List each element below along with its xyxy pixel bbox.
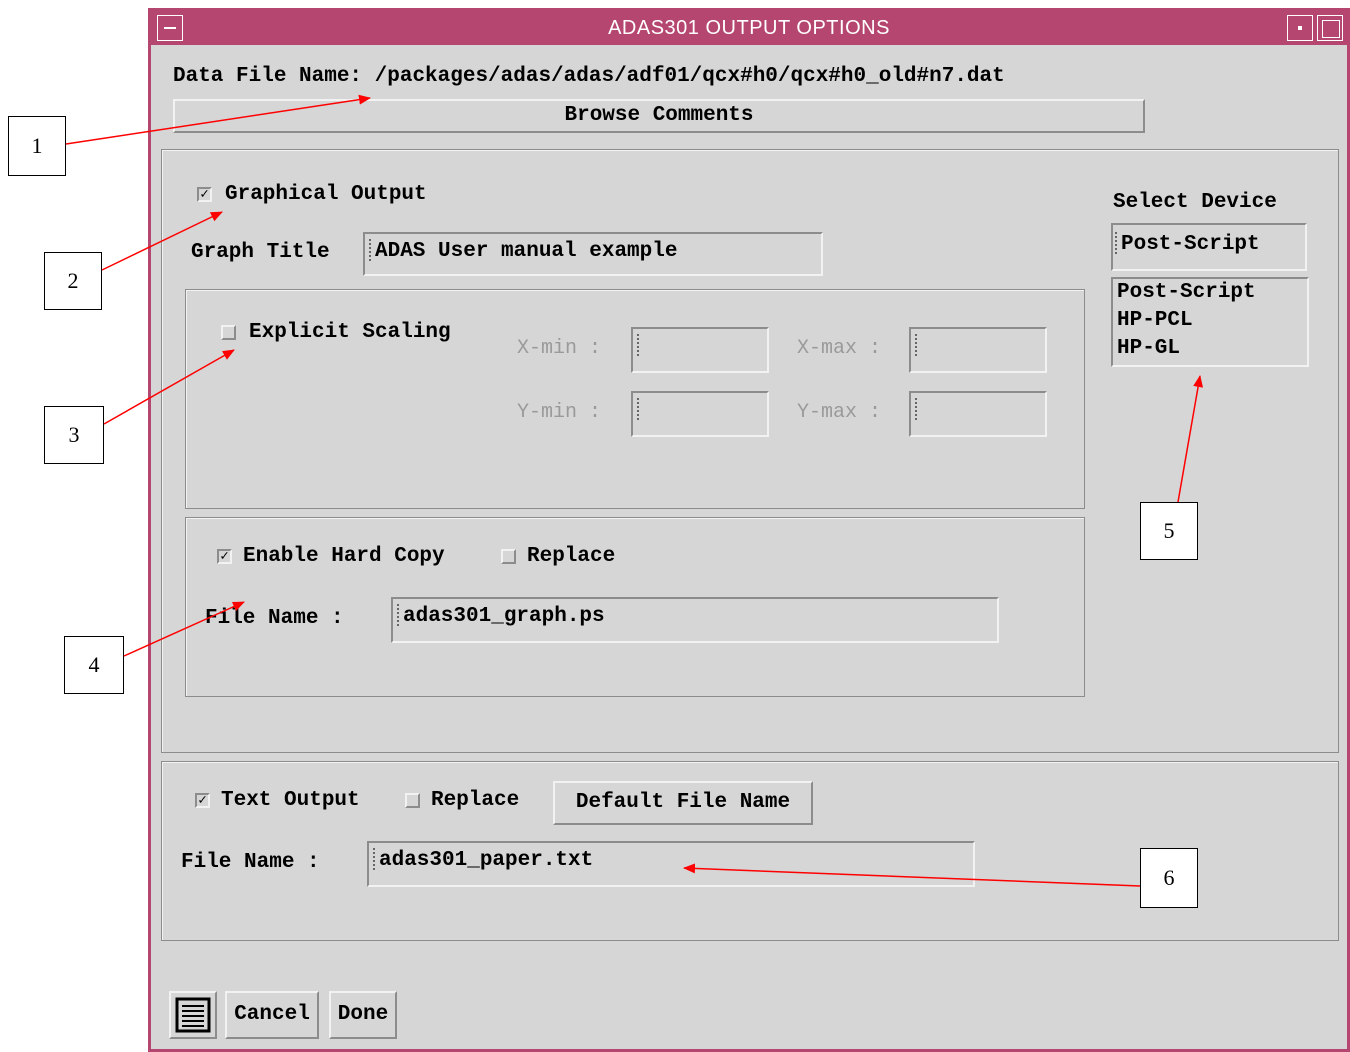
arrow-1 (65, 94, 371, 145)
callout-arrows (65, 94, 1204, 887)
arrow-6 (683, 863, 1141, 887)
arrow-3 (103, 349, 235, 425)
arrow-4 (123, 601, 245, 657)
arrow-5 (1177, 375, 1204, 503)
arrow-2 (101, 211, 223, 271)
